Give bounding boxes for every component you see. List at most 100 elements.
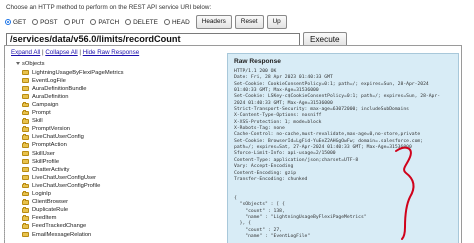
method-label: GET xyxy=(13,18,27,26)
folder-icon xyxy=(22,207,29,213)
tree-item[interactable]: SkillProfile xyxy=(22,158,59,165)
tree-item[interactable]: LiveChatUserConfigUser xyxy=(22,174,96,181)
tree-item-label: Prompt xyxy=(32,110,51,117)
raw-response-line: Set-Cookie: CookieConsentPolicy=0:1; pat… xyxy=(234,81,429,87)
raw-response-line: HTTP/1.1 200 OK xyxy=(234,69,277,74)
folder-icon xyxy=(22,199,29,205)
tree-item-label: DuplicateRule xyxy=(32,207,69,214)
tree-item[interactable]: SkillUser xyxy=(22,150,55,157)
tree-item-label: AuraDefinitionBundle xyxy=(32,85,87,92)
folder-icon xyxy=(22,102,29,108)
raw-response-line: }, { xyxy=(234,221,251,227)
raw-response-line: 2024 01:40:33 GMT; Max-Age=31536000 xyxy=(234,100,333,106)
raw-response-line: X-Robots-Tag: none xyxy=(234,126,285,132)
method-put-radio[interactable]: PUT xyxy=(63,19,84,26)
tree-item[interactable]: FeedItem xyxy=(22,215,57,222)
folder-icon xyxy=(22,142,29,148)
radio-icon xyxy=(163,19,170,25)
tree-item-label: LiveChatUserConfig xyxy=(32,134,84,141)
reset-button[interactable]: Reset xyxy=(234,15,264,29)
tree-item[interactable]: AuraDefinition xyxy=(22,93,68,100)
radio-selected-icon xyxy=(5,19,11,25)
tree-item-label: LightningUsageByFlexiPageMetrics xyxy=(32,69,124,76)
tree-controls: Expand All | Collapse All | Hide Raw Res… xyxy=(11,49,139,56)
raw-response-line: Content-Type: application/json;charset=U… xyxy=(234,157,359,163)
tree-item[interactable]: Prompt xyxy=(22,110,51,117)
tree-item[interactable]: FeedTrackedChange xyxy=(22,223,86,230)
tree-root-label: sObjects xyxy=(22,60,45,67)
tree-item[interactable]: EventLogFile xyxy=(22,77,66,84)
raw-response-line: X-XSS-Protection: 1; mode=block xyxy=(234,119,322,125)
method-label: DELETE xyxy=(133,18,158,26)
radio-icon xyxy=(32,19,39,25)
method-label: PATCH xyxy=(98,18,120,26)
method-delete-radio[interactable]: DELETE xyxy=(125,19,158,26)
tree-guide-line xyxy=(4,68,5,240)
expand-caret-icon xyxy=(16,62,20,66)
raw-response-line: Transfer-Encoding: chunked xyxy=(234,176,308,182)
radio-icon xyxy=(125,19,132,25)
raw-response-line: "count" : 27, xyxy=(234,227,282,233)
tree-item[interactable]: LiveChatUserConfigProfile xyxy=(22,182,100,189)
method-patch-radio[interactable]: PATCH xyxy=(90,19,119,26)
tree-root[interactable]: sObjects xyxy=(16,60,45,67)
up-button[interactable]: Up xyxy=(266,15,287,29)
tree-item-label: FeedTrackedChange xyxy=(32,223,87,230)
tree-item-label: EventLogFile xyxy=(32,77,66,84)
collapse-all-link[interactable]: Collapse All xyxy=(45,49,77,56)
raw-response-line: "count" : 138, xyxy=(234,208,285,214)
rest-uri-input[interactable]: /services/data/v56.0/limits/recordCount xyxy=(6,32,300,46)
method-post-radio[interactable]: POST xyxy=(32,18,58,26)
folder-icon xyxy=(22,126,29,132)
raw-response-line: Set-Cookie: LSKey-c$CookieConsentPolicy=… xyxy=(234,94,441,100)
method-head-radio[interactable]: HEAD xyxy=(163,19,190,26)
tree-item[interactable]: AuraDefinitionBundle xyxy=(22,85,86,92)
folder-icon xyxy=(22,118,29,124)
raw-response-line: Strict-Transport-Security: max-age=63072… xyxy=(234,107,409,113)
http-method-selector: GET POST PUT PATCH DELETE HEAD Headers R… xyxy=(5,15,287,29)
raw-response-line: "name" : "EventLogFile" xyxy=(234,233,311,239)
handwritten-annotation xyxy=(395,146,415,240)
method-label: POST xyxy=(40,18,58,26)
tree-item[interactable]: Skill xyxy=(22,118,43,125)
tree-item[interactable]: ClientBrowser xyxy=(22,199,68,206)
tree-item[interactable]: EmailMessageRelation xyxy=(22,231,91,238)
raw-response-title: Raw Response xyxy=(234,58,281,65)
tree-item[interactable]: Campaign xyxy=(22,101,58,108)
link-separator: | xyxy=(79,49,82,56)
radio-icon xyxy=(90,19,97,25)
raw-response-line: 01:40:33 GMT; Max-Age=31536000 xyxy=(234,88,319,94)
raw-response-line: { xyxy=(234,195,237,201)
folder-icon xyxy=(22,191,29,197)
tree-item-label: LiveChatUserConfigProfile xyxy=(32,182,101,189)
headers-button[interactable]: Headers xyxy=(195,15,232,29)
tree-item-label: AuraDefinition xyxy=(32,93,69,100)
raw-response-line: Content-Encoding: gzip xyxy=(234,170,297,176)
method-get-radio[interactable]: GET xyxy=(5,19,26,26)
radio-icon xyxy=(63,19,70,25)
hide-raw-response-link[interactable]: Hide Raw Response xyxy=(83,49,139,56)
raw-response-line: "sObjects" : [ { xyxy=(234,202,285,208)
instruction-text: Choose an HTTP method to perform on the … xyxy=(6,4,212,11)
raw-response-panel: Raw Response HTTP/1.1 200 OK Date: Fri, … xyxy=(227,53,459,243)
folder-icon xyxy=(22,134,29,140)
folder-icon xyxy=(22,174,29,181)
tree-item[interactable]: LiveChatUserConfig xyxy=(22,134,84,141)
tree-item[interactable]: LightningUsageByFlexiPageMetrics xyxy=(22,69,124,76)
url-bar: /services/data/v56.0/limits/recordCount … xyxy=(6,31,347,47)
tree-item-label: LoginIp xyxy=(32,191,52,198)
folder-icon xyxy=(22,85,29,92)
tree-item[interactable]: PromptAction xyxy=(22,142,67,149)
tree-item-label: Skill xyxy=(32,118,43,125)
tree-item[interactable]: ChatterActivity xyxy=(22,166,69,173)
folder-icon xyxy=(22,215,29,221)
tree-item-label: PromptVersion xyxy=(32,126,71,133)
tree-item-label: Campaign xyxy=(32,101,59,108)
link-separator: | xyxy=(41,49,44,56)
raw-response-line: Vary: Accept-Encoding xyxy=(234,164,294,170)
tree-item[interactable]: LoginIp xyxy=(22,191,51,198)
expand-all-link[interactable]: Expand All xyxy=(11,49,40,56)
tree-item[interactable]: PromptVersion xyxy=(22,126,70,133)
tree-item-label: SkillProfile xyxy=(32,158,60,165)
tree-item[interactable]: DuplicateRule xyxy=(22,207,68,214)
